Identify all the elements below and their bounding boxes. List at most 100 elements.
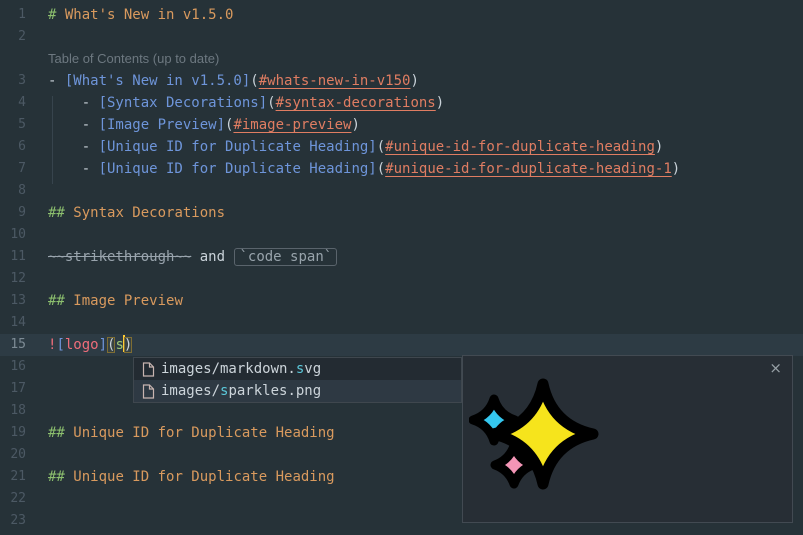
code-token: logo	[65, 337, 99, 353]
code-token: Syntax Decorations	[73, 205, 225, 221]
suggestion-label: images/sparkles.png	[161, 380, 321, 402]
code-line[interactable]: 13 ## Image Preview	[0, 290, 803, 312]
code-line[interactable]: 6 - [Unique ID for Duplicate Heading](#u…	[0, 136, 803, 158]
code-line-content: ## Syntax Decorations	[48, 202, 225, 224]
code-token: ##	[48, 293, 73, 309]
code-line-content: ## Image Preview	[48, 290, 183, 312]
code-line[interactable]: 2	[0, 26, 803, 48]
code-token: Unique ID for Duplicate Heading	[73, 469, 334, 485]
line-number[interactable]: 23	[0, 510, 26, 532]
code-token: ##	[48, 425, 73, 441]
code-token: #image-preview	[233, 117, 351, 133]
line-number[interactable]: 2	[0, 26, 26, 48]
line-number[interactable]: 13	[0, 290, 26, 312]
code-token: -	[48, 139, 99, 155]
line-number[interactable]: 18	[0, 400, 26, 422]
code-token: [Unique ID for Duplicate Heading]	[99, 139, 377, 155]
line-number[interactable]: 10	[0, 224, 26, 246]
code-line-content: ## Unique ID for Duplicate Heading	[48, 422, 335, 444]
line-number[interactable]: 9	[0, 202, 26, 224]
code-token: [Image Preview]	[99, 117, 225, 133]
code-token: #whats-new-in-v150	[259, 73, 411, 89]
code-token: ]	[99, 337, 107, 353]
line-number[interactable]: 14	[0, 312, 26, 334]
line-number[interactable]: 15	[0, 334, 26, 356]
suggestion-label: images/markdown.svg	[161, 358, 321, 380]
code-line[interactable]: 10	[0, 224, 803, 246]
code-line-content: ![logo](s)	[48, 334, 132, 356]
code-line-content: - [Unique ID for Duplicate Heading](#uni…	[48, 136, 663, 158]
line-number[interactable]: 1	[0, 4, 26, 26]
toc-codelens-row[interactable]: Table of Contents (up to date)	[0, 48, 803, 70]
code-token: [Syntax Decorations]	[99, 95, 268, 111]
line-number[interactable]: 11	[0, 246, 26, 268]
suggestion-item[interactable]: images/sparkles.png	[134, 380, 461, 402]
code-token: Image Preview	[73, 293, 183, 309]
code-token: Unique ID for Duplicate Heading	[73, 425, 334, 441]
line-number[interactable]: 20	[0, 444, 26, 466]
file-icon	[142, 384, 155, 399]
toc-status-text: Table of Contents (up to date)	[48, 51, 219, 66]
code-token: )	[351, 117, 359, 133]
toc-codelens-label: Table of Contents (up to date)	[48, 48, 219, 70]
code-line-content: # What's New in v1.5.0	[48, 4, 233, 26]
code-token: #syntax-decorations	[276, 95, 436, 111]
line-number[interactable]: 6	[0, 136, 26, 158]
code-line[interactable]: 5 - [Image Preview](#image-preview)	[0, 114, 803, 136]
code-line-content: - [Syntax Decorations](#syntax-decoratio…	[48, 92, 444, 114]
line-number[interactable]: 16	[0, 356, 26, 378]
code-line[interactable]: 14	[0, 312, 803, 334]
line-number[interactable]: 21	[0, 466, 26, 488]
code-line[interactable]: 15 ![logo](s)	[0, 334, 803, 356]
code-token: )	[655, 139, 663, 155]
code-token: (	[267, 95, 275, 111]
code-token: [	[56, 337, 64, 353]
line-number[interactable]: 7	[0, 158, 26, 180]
line-number[interactable]: 8	[0, 180, 26, 202]
line-number[interactable]: 12	[0, 268, 26, 290]
code-token: (	[250, 73, 258, 89]
code-token: ##	[48, 205, 73, 221]
code-token: and	[200, 249, 225, 265]
line-number[interactable]: 5	[0, 114, 26, 136]
code-token: -	[48, 161, 99, 177]
code-token: (	[377, 139, 385, 155]
code-line[interactable]: 12	[0, 268, 803, 290]
code-line[interactable]: 7 - [Unique ID for Duplicate Heading](#u…	[0, 158, 803, 180]
line-number[interactable]: 3	[0, 70, 26, 92]
code-line-content: - [Unique ID for Duplicate Heading](#uni…	[48, 158, 680, 180]
file-icon	[142, 362, 155, 377]
code-line-content: ~~strikethrough~~ and `code span`	[48, 246, 337, 268]
code-token: [Unique ID for Duplicate Heading]	[99, 161, 377, 177]
code-token: #	[48, 7, 65, 23]
code-line[interactable]: 1 # What's New in v1.5.0	[0, 4, 803, 26]
code-line[interactable]: 3 - [What's New in v1.5.0](#whats-new-in-…	[0, 70, 803, 92]
autocomplete-dropdown: images/markdown.svgimages/sparkles.png	[133, 357, 462, 403]
line-number[interactable]: 17	[0, 378, 26, 400]
code-token: #unique-id-for-duplicate-heading-1	[385, 161, 672, 177]
code-line-content: - [Image Preview](#image-preview)	[48, 114, 360, 136]
code-token: -	[48, 73, 65, 89]
code-line[interactable]: 11 ~~strikethrough~~ and `code span`	[0, 246, 803, 268]
code-line-content: ## Unique ID for Duplicate Heading	[48, 466, 335, 488]
code-token: -	[48, 117, 99, 133]
code-token	[191, 249, 199, 265]
code-token: -	[48, 95, 99, 111]
code-token: What's New in v1.5.0	[65, 7, 234, 23]
code-token: )	[124, 337, 132, 353]
code-token: )	[410, 73, 418, 89]
code-line[interactable]: 9 ## Syntax Decorations	[0, 202, 803, 224]
line-number[interactable]: 4	[0, 92, 26, 114]
code-token: #unique-id-for-duplicate-heading	[385, 139, 655, 155]
code-token: [What's New in v1.5.0]	[65, 73, 250, 89]
code-token: `code span`	[234, 248, 337, 266]
code-line-content: - [What's New in v1.5.0](#whats-new-in-v…	[48, 70, 419, 92]
code-line[interactable]: 8	[0, 180, 803, 202]
close-icon[interactable]: ×	[769, 358, 782, 378]
line-number[interactable]: 19	[0, 422, 26, 444]
line-number[interactable]: 22	[0, 488, 26, 510]
line-number[interactable]	[0, 48, 26, 70]
code-line[interactable]: 4 - [Syntax Decorations](#syntax-decorat…	[0, 92, 803, 114]
suggestion-item[interactable]: images/markdown.svg	[134, 358, 461, 380]
editor-window: 1 # What's New in v1.5.0 2 Table of Content…	[0, 0, 803, 535]
